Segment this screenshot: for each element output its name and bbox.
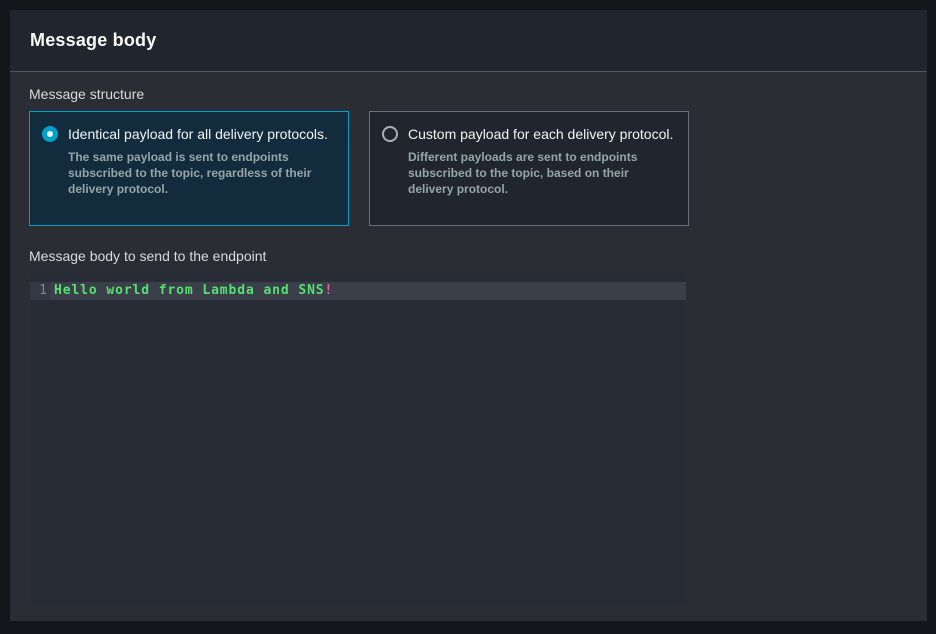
radio-unselected-icon[interactable] bbox=[382, 126, 398, 142]
radio-selected-icon[interactable] bbox=[42, 126, 58, 142]
editor-line[interactable]: 1 Hello world from Lambda and SNS! bbox=[30, 282, 686, 300]
message-body-editor[interactable]: 1 Hello world from Lambda and SNS! bbox=[30, 273, 686, 605]
line-number: 1 bbox=[30, 282, 50, 300]
message-body-label: Message body to send to the endpoint bbox=[29, 248, 907, 265]
option-text: Identical payload for all delivery proto… bbox=[66, 123, 336, 213]
panel-content: Message structure Identical payload for … bbox=[10, 72, 927, 605]
message-structure-options: Identical payload for all delivery proto… bbox=[29, 111, 907, 226]
code-text: Hello world from Lambda and SNS bbox=[54, 283, 325, 298]
option-title: Identical payload for all delivery proto… bbox=[68, 123, 336, 146]
option-text: Custom payload for each delivery protoco… bbox=[406, 123, 676, 213]
panel-header: Message body bbox=[10, 10, 927, 72]
panel-title: Message body bbox=[30, 30, 156, 51]
option-description: The same payload is sent to endpoints su… bbox=[68, 149, 336, 197]
message-structure-label: Message structure bbox=[29, 86, 907, 103]
line-content[interactable]: Hello world from Lambda and SNS! bbox=[50, 282, 686, 300]
message-body-panel: Message body Message structure Identical… bbox=[10, 10, 927, 621]
code-punctuation: ! bbox=[325, 283, 334, 298]
option-title: Custom payload for each delivery protoco… bbox=[408, 123, 676, 146]
radio-card-identical-payload[interactable]: Identical payload for all delivery proto… bbox=[29, 111, 349, 226]
option-description: Different payloads are sent to endpoints… bbox=[408, 149, 676, 197]
radio-card-custom-payload[interactable]: Custom payload for each delivery protoco… bbox=[369, 111, 689, 226]
